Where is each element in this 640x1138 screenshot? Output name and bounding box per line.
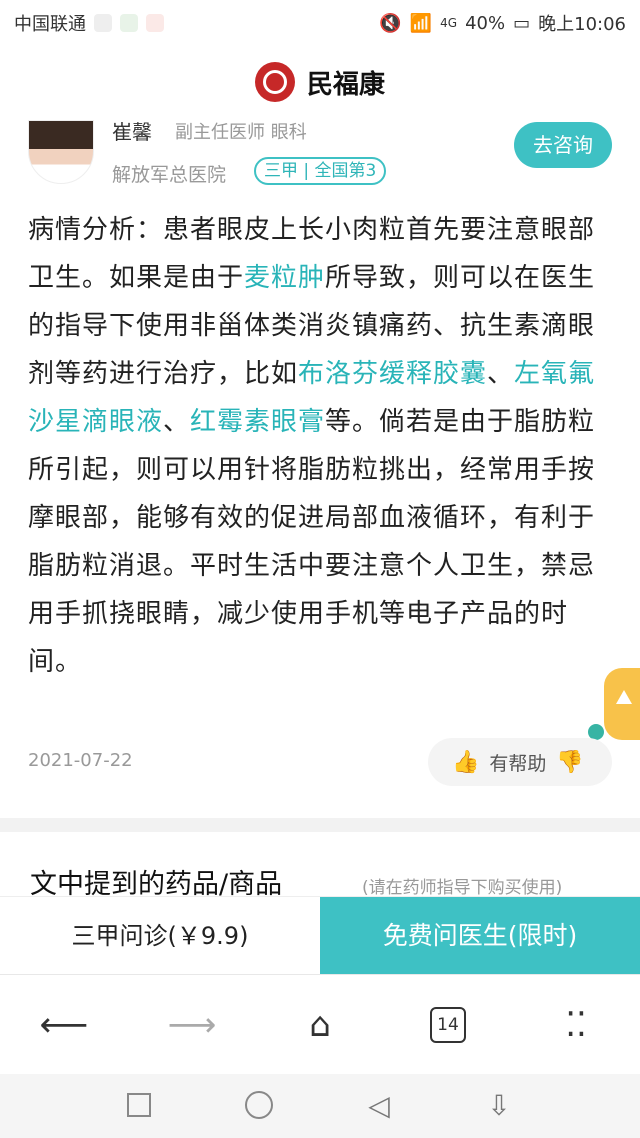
battery-icon: ▭: [513, 12, 531, 34]
network-type: 4G: [440, 16, 458, 30]
doctor-card: 崔馨 副主任医师 眼科 解放军总医院 三甲 | 全国第3 去咨询: [0, 120, 640, 190]
pull-down-icon[interactable]: ⇩: [484, 1089, 514, 1122]
article-text: 等。倘若是由于脂肪粒所引起，则可以用针将脂肪粒挑出，经常用手按摩眼部，能够有效的…: [28, 407, 596, 677]
forward-arrow-icon[interactable]: ⟶: [168, 1001, 217, 1049]
tabs-button[interactable]: 14: [424, 1001, 472, 1049]
thumbs-up-icon[interactable]: 👍: [452, 750, 479, 775]
section-divider: [0, 818, 640, 832]
status-right: 🔇 📶 4G 40% ▭ 晚上10:06: [379, 10, 626, 36]
tab-count: 14: [430, 1007, 466, 1043]
browser-toolbar: ⟵ ⟶ ⌂ 14 ⁚⁚: [0, 974, 640, 1074]
doctor-name: 崔馨: [112, 120, 152, 144]
back-triangle-icon[interactable]: ◁: [364, 1089, 394, 1122]
helpful-label: 有帮助: [489, 752, 547, 775]
consult-action-bar: 三甲问诊(￥9.9) 免费问医生(限时): [0, 896, 640, 975]
doctor-title: 副主任医师 眼科: [175, 122, 307, 143]
wifi-icon: 📶: [409, 12, 433, 34]
recents-icon[interactable]: [124, 1090, 154, 1120]
free-consult-button[interactable]: 免费问医生(限时): [320, 897, 640, 975]
app-header: 民福康: [0, 44, 640, 120]
link-drug-3[interactable]: 红霉素眼膏: [190, 407, 325, 437]
link-disease[interactable]: 麦粒肿: [244, 263, 325, 293]
helpful-control: 👍 有帮助 👎: [428, 738, 612, 786]
hospital-rank-badge: 三甲 | 全国第3: [254, 157, 387, 185]
home-circle-icon[interactable]: [244, 1090, 274, 1120]
mute-icon: 🔇: [379, 12, 402, 34]
back-arrow-icon[interactable]: ⟵: [40, 1001, 89, 1049]
carrier-name: 中国联通: [14, 14, 86, 35]
floating-widget-button[interactable]: [604, 668, 640, 740]
paid-consult-button[interactable]: 三甲问诊(￥9.9): [0, 897, 320, 975]
article-body: 病情分析：患者眼皮上长小肉粒首先要注意眼部卫生。如果是由于麦粒肿所导致，则可以在…: [28, 206, 616, 686]
link-drug-1[interactable]: 布洛芬缓释胶囊: [298, 359, 487, 389]
battery-percent: 40%: [465, 12, 506, 34]
more-menu-icon[interactable]: ⁚⁚: [552, 1001, 600, 1049]
clock: 晚上10:06: [538, 14, 626, 35]
doctor-avatar: [28, 120, 94, 184]
consult-button[interactable]: 去咨询: [514, 122, 612, 168]
app-logo-icon: [254, 62, 295, 102]
thumbs-down-icon[interactable]: 👎: [556, 750, 583, 775]
products-section-note: (请在药师指导下购买使用): [362, 878, 563, 898]
app-notification-icon: [120, 14, 138, 32]
wechat-icon: [94, 14, 112, 32]
app-title: 民福康: [306, 69, 385, 100]
separator: 、: [163, 407, 191, 437]
doctor-hospital: 解放军总医院: [112, 164, 227, 186]
status-left: 中国联通: [14, 10, 164, 36]
app-notification-icon-2: [146, 14, 164, 32]
status-bar: 中国联通 🔇 📶 4G 40% ▭ 晚上10:06: [0, 0, 640, 44]
article-date: 2021-07-22: [28, 750, 133, 771]
separator: 、: [487, 359, 515, 389]
home-icon[interactable]: ⌂: [296, 1001, 344, 1049]
system-navigation-bar: ◁ ⇩: [0, 1074, 640, 1138]
